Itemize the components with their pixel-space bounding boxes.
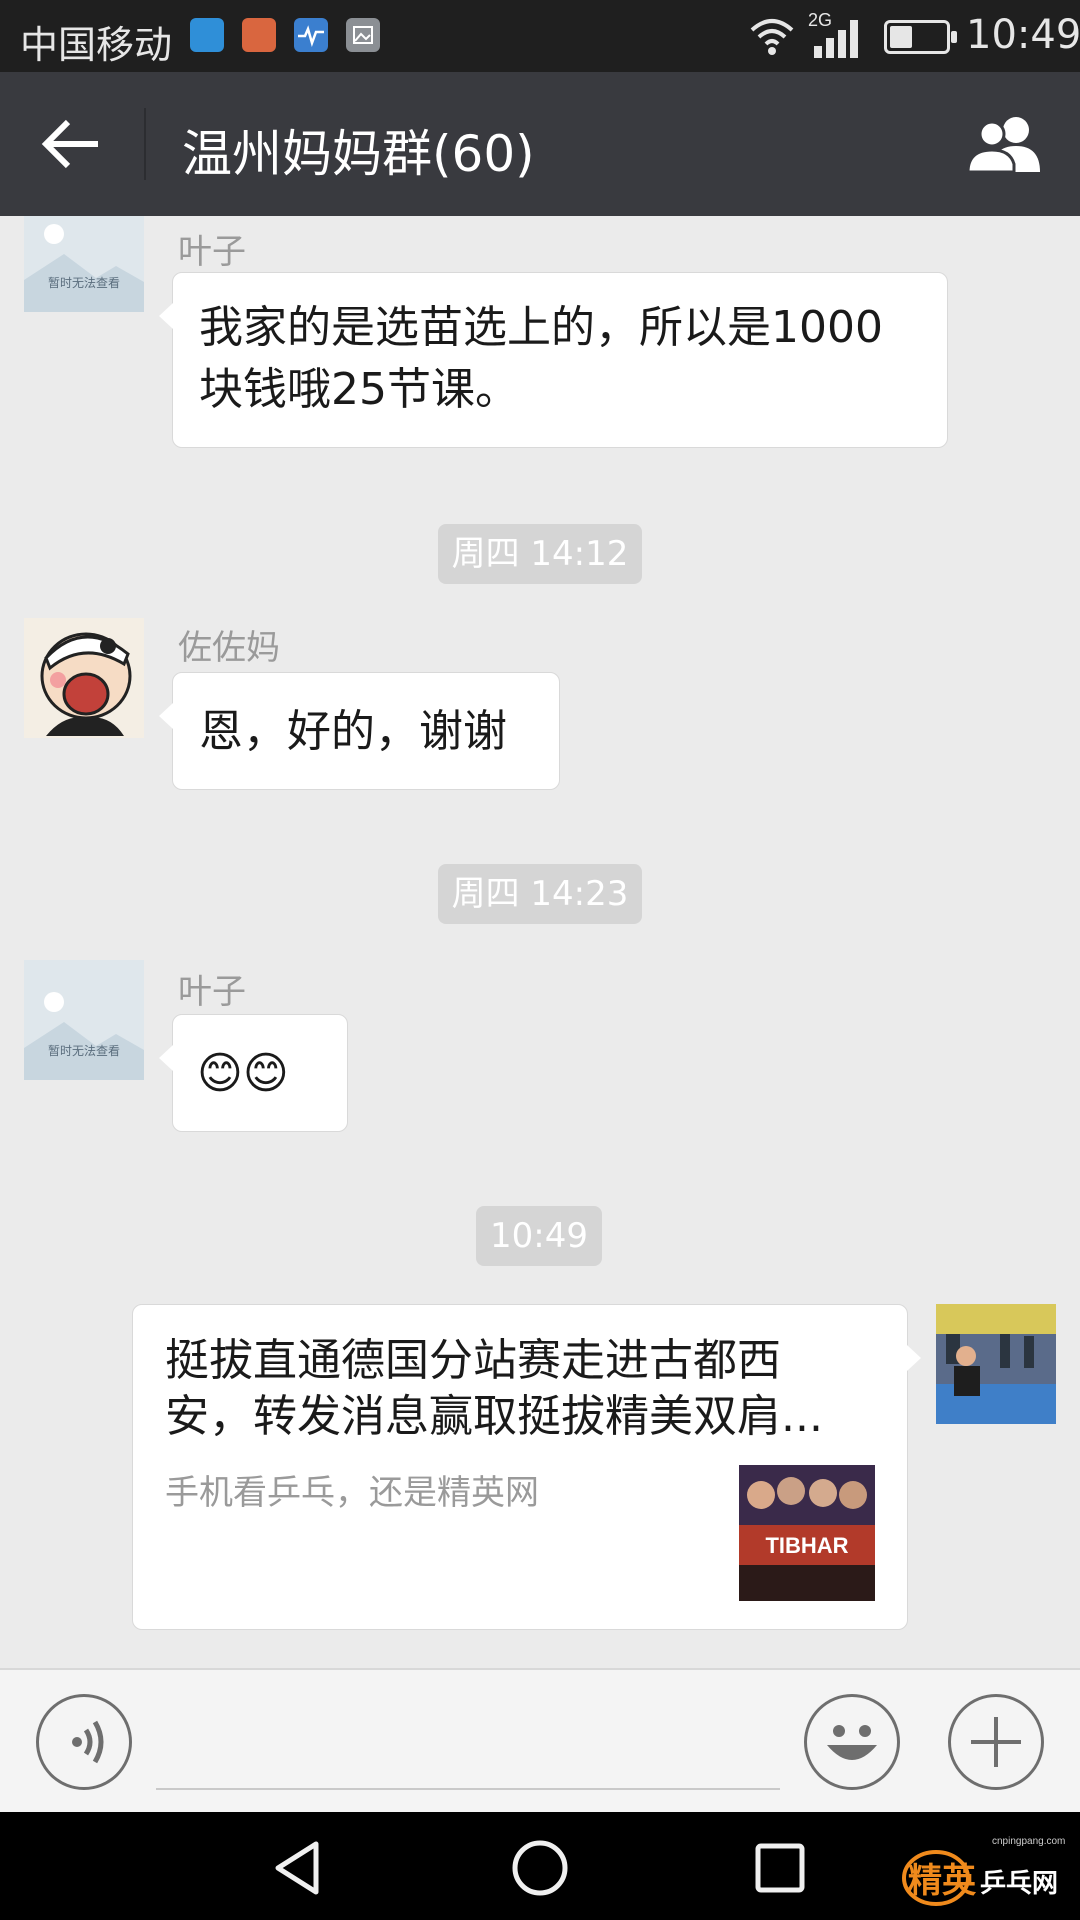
sender-name: 叶子 — [178, 232, 246, 272]
app-notification-icon — [190, 18, 224, 52]
chat-header: 温州妈妈群(60) — [0, 72, 1080, 216]
message-bubble[interactable]: 恩，好的，谢谢 — [159, 672, 560, 790]
system-nav-bar: cnpingpang.com 精英 乒乓网 — [0, 1812, 1080, 1920]
link-card[interactable]: 挺拔直通德国分站赛走进古都西安，转发消息赢取挺拔精美双肩... 手机看乒乓，还是… — [132, 1304, 921, 1630]
gallery-icon — [346, 18, 380, 52]
time-divider: 周四 14:12 — [438, 524, 642, 584]
signal-icon: 2G — [808, 10, 858, 58]
nav-back-icon[interactable] — [270, 1838, 330, 1898]
svg-text:精英: 精英 — [908, 1861, 977, 1901]
group-members-icon[interactable] — [966, 114, 1050, 174]
message-bubble[interactable]: 我家的是选苗选上的，所以是1000块钱哦25节课。 — [159, 272, 948, 448]
time-divider: 周四 14:23 — [438, 864, 642, 924]
more-options-button[interactable] — [948, 1694, 1044, 1790]
health-icon — [294, 18, 328, 52]
chat-title: 温州妈妈群(60) — [182, 125, 535, 183]
sender-name: 佐佐妈 — [178, 628, 280, 668]
voice-input-button[interactable] — [36, 1694, 132, 1790]
carrier-name: 中国移动 — [20, 23, 173, 67]
message-text: 我家的是选苗选上的，所以是1000块钱哦25节课。 — [199, 302, 883, 415]
svg-text:乒乓网: 乒乓网 — [980, 1869, 1058, 1899]
input-bar — [0, 1668, 1080, 1812]
network-type: 2G — [808, 10, 832, 30]
nav-recent-apps-icon[interactable] — [750, 1838, 810, 1898]
nav-home-icon[interactable] — [510, 1838, 570, 1898]
avatar[interactable]: 暂时无法查看 — [24, 216, 144, 312]
battery-level — [890, 26, 912, 48]
thumbnail-brand-text: TIBHAR — [765, 1533, 848, 1558]
battery-icon — [884, 20, 957, 54]
avatar-placeholder-text: 暂时无法查看 — [47, 276, 120, 290]
message-input[interactable] — [156, 1788, 780, 1790]
avatar-placeholder-text: 暂时无法查看 — [47, 1044, 120, 1058]
message-text: 恩，好的，谢谢 — [199, 706, 507, 757]
voice-icon — [72, 1720, 104, 1764]
message-bubble[interactable]: 😊😊 — [159, 1014, 348, 1132]
status-time: 10:49 — [966, 12, 1080, 58]
avatar[interactable] — [24, 618, 144, 738]
svg-text:cnpingpang.com: cnpingpang.com — [992, 1836, 1065, 1847]
time-divider: 10:49 — [476, 1206, 602, 1266]
status-bar: 中国移动 2G 10:49 — [0, 0, 1080, 72]
message-list[interactable]: 暂时无法查看 叶子 我家的是选苗选上的，所以是1000块钱哦25节课。 周四 1… — [0, 216, 1080, 1668]
avatar[interactable]: 暂时无法查看 — [24, 960, 144, 1080]
my-avatar[interactable] — [936, 1304, 1056, 1424]
link-description: 手机看乒乓，还是精英网 — [165, 1473, 539, 1513]
link-title: 挺拔直通德国分站赛走进古都西安，转发消息赢取挺拔精美双肩... — [165, 1335, 823, 1442]
message-emoji: 😊😊 — [197, 1048, 289, 1099]
plus-icon — [971, 1717, 1021, 1767]
wifi-icon — [750, 19, 794, 55]
smiley-icon — [827, 1725, 877, 1760]
notification-icons — [190, 18, 380, 52]
site-watermark-logo: cnpingpang.com 精英 乒乓网 — [902, 1836, 1065, 1906]
inbox-icon — [242, 18, 276, 52]
link-thumbnail: TIBHAR — [739, 1465, 875, 1601]
emoji-button[interactable] — [804, 1694, 900, 1790]
back-arrow-icon[interactable] — [36, 112, 106, 176]
sender-name: 叶子 — [178, 972, 246, 1012]
header-divider — [144, 108, 146, 180]
